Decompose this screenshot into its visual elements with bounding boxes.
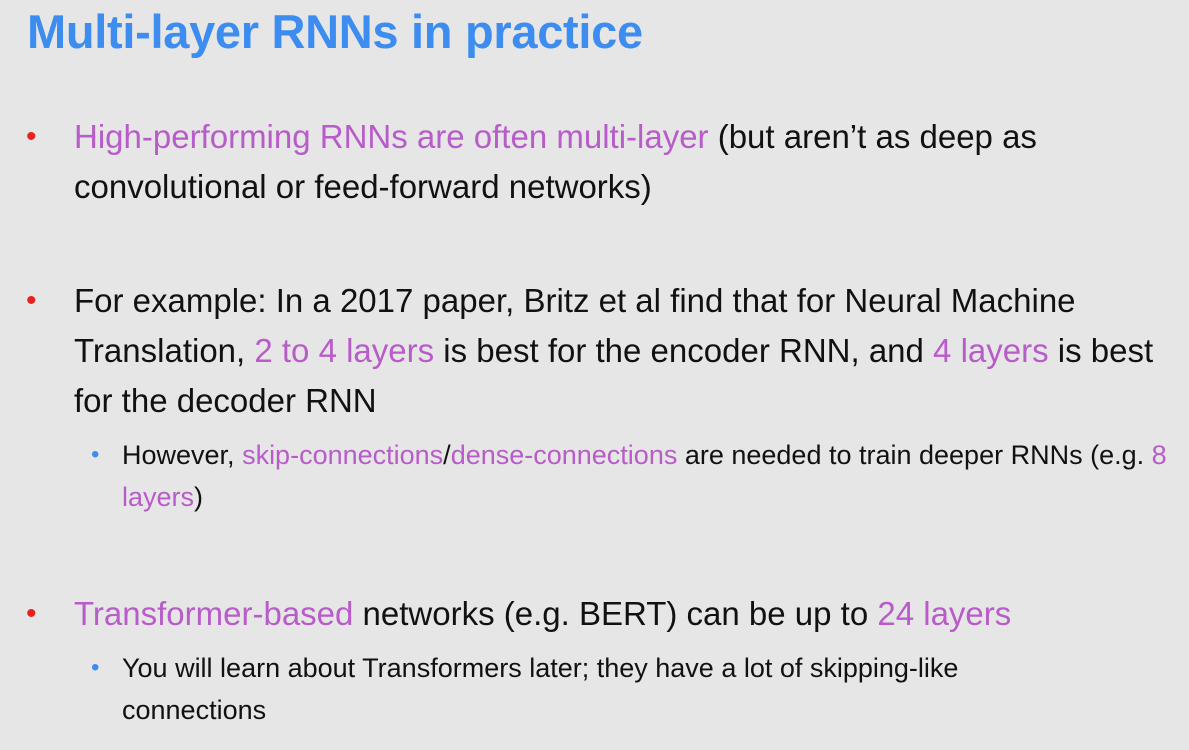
slide-title: Multi-layer RNNs in practice xyxy=(27,5,643,58)
sub-bullet-text: / xyxy=(443,440,451,470)
bullet-marker: • xyxy=(26,597,37,630)
sub-bullet-text: However, xyxy=(122,440,243,470)
sub-bullet-marker: • xyxy=(91,654,100,681)
bullet-text: is best for the encoder RNN, and xyxy=(434,332,934,369)
sub-bullet-item: You will learn about Transformers later;… xyxy=(122,647,972,731)
sub-bullet-item: However, skip-connections/dense-connecti… xyxy=(122,434,1172,518)
highlight-text: 4 layers xyxy=(933,332,1049,369)
sub-bullet-marker: • xyxy=(91,441,100,468)
highlight-text: High-performing RNNs are often multi-lay… xyxy=(74,118,709,155)
highlight-text: 24 layers xyxy=(877,595,1012,632)
bullet-item: Transformer-based networks (e.g. BERT) c… xyxy=(74,589,1179,639)
highlight-text: skip-connections xyxy=(242,440,444,470)
bullet-item: For example: In a 2017 paper, Britz et a… xyxy=(74,276,1179,426)
bullet-marker: • xyxy=(26,120,37,153)
sub-bullet-text: are needed to train deeper RNNs (e.g. xyxy=(677,440,1152,470)
bullet-marker: • xyxy=(26,284,37,317)
sub-bullet-text: You will learn about Transformers later;… xyxy=(122,653,959,725)
bullet-text: networks (e.g. BERT) can be up to xyxy=(353,595,878,632)
highlight-text: dense-connections xyxy=(450,440,678,470)
highlight-text: Transformer-based xyxy=(74,595,354,632)
bullet-item: High-performing RNNs are often multi-lay… xyxy=(74,112,1179,212)
highlight-text: 2 to 4 layers xyxy=(254,332,435,369)
sub-bullet-text: ) xyxy=(194,482,204,512)
